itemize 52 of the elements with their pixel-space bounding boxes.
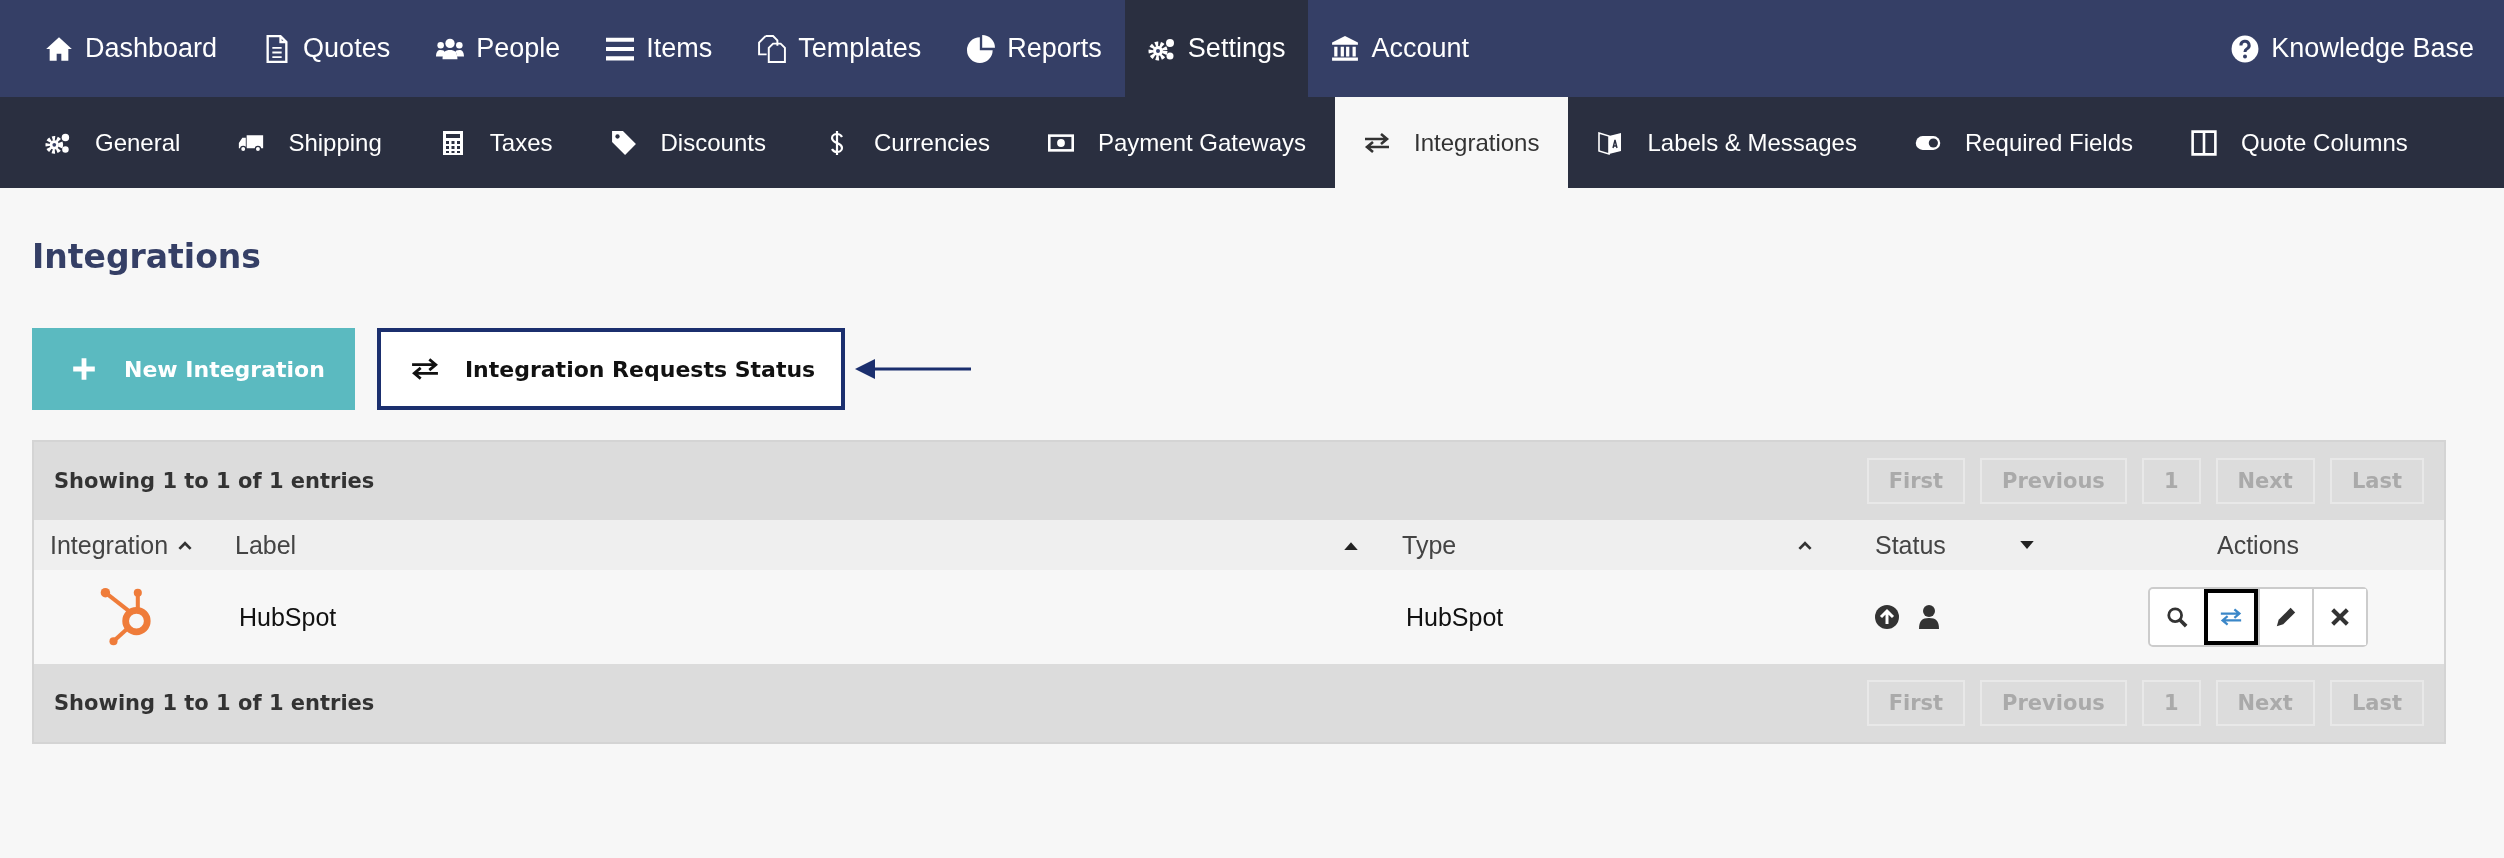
settings-tab[interactable]: Required Fields	[1885, 97, 2162, 188]
requests-status-button[interactable]: Integration Requests Status	[376, 328, 846, 410]
table-cell-text: HubSpot	[238, 602, 337, 632]
settings-tab[interactable]: Labels & Messages	[1568, 97, 1886, 188]
column-header[interactable]: Integration	[50, 530, 169, 560]
sort-triangle-icon[interactable]	[1344, 540, 1358, 550]
upload-circle-icon	[1875, 605, 1899, 629]
settings-tab[interactable]: Payment Gateways	[1018, 97, 1336, 188]
pie-chart-icon	[967, 34, 996, 63]
column-header[interactable]: Type	[1402, 530, 1457, 560]
search-icon	[2166, 606, 2188, 628]
tag-icon	[610, 129, 637, 156]
user-icon	[1917, 605, 1941, 629]
settings-tab[interactable]: Discounts	[581, 97, 795, 188]
help-icon	[2231, 34, 2260, 63]
delete-button[interactable]	[2312, 589, 2366, 645]
nav-link[interactable]: Items	[583, 0, 736, 97]
column-header[interactable]: Actions	[2217, 530, 2299, 560]
nav-link[interactable]: Dashboard	[22, 0, 241, 97]
entries-info: Showing 1 to 1 of 1 entries	[54, 691, 375, 715]
hub-logo-icon	[100, 587, 154, 647]
settings-tab[interactable]: General	[16, 97, 210, 188]
translate-icon	[1597, 129, 1624, 156]
close-icon	[2329, 606, 2351, 628]
column-header[interactable]: Label	[235, 530, 297, 560]
nav-link[interactable]: Reports	[944, 0, 1125, 97]
bank-icon	[1331, 34, 1360, 63]
swap-arrows-icon	[2220, 606, 2242, 628]
swap-arrows-icon	[410, 357, 439, 381]
nav-link[interactable]: People	[413, 0, 584, 97]
nav-link[interactable]: Templates	[735, 0, 945, 97]
table-cell-text: HubSpot	[1405, 602, 1504, 632]
sort-triangle-icon[interactable]	[2020, 540, 2034, 550]
columns-icon	[2191, 129, 2217, 156]
pencil-icon	[2275, 606, 2297, 628]
nav-link[interactable]: Account	[1308, 0, 1492, 97]
plus-icon	[70, 357, 98, 381]
sort-chevron-icon[interactable]	[178, 540, 193, 550]
copy-icon	[758, 34, 787, 63]
sync-button[interactable]	[2204, 589, 2258, 645]
settings-tab[interactable]: Quote Columns	[2162, 97, 2437, 188]
settings-tab[interactable]: Taxes	[410, 97, 582, 188]
entries-info: Showing 1 to 1 of 1 entries	[54, 469, 375, 493]
help-link[interactable]: Knowledge Base	[2208, 0, 2482, 97]
column-header[interactable]: Status	[1875, 530, 1946, 560]
nav-link[interactable]: Settings	[1124, 0, 1309, 97]
settings-tab[interactable]: Integrations	[1335, 97, 1569, 188]
settings-tab[interactable]: Currencies	[794, 97, 1019, 188]
settings-tab[interactable]: Shipping	[209, 97, 411, 188]
sort-chevron-icon[interactable]	[1798, 540, 1812, 550]
nav-link[interactable]: Quotes	[240, 0, 414, 97]
page-title: Integrations	[32, 236, 261, 278]
